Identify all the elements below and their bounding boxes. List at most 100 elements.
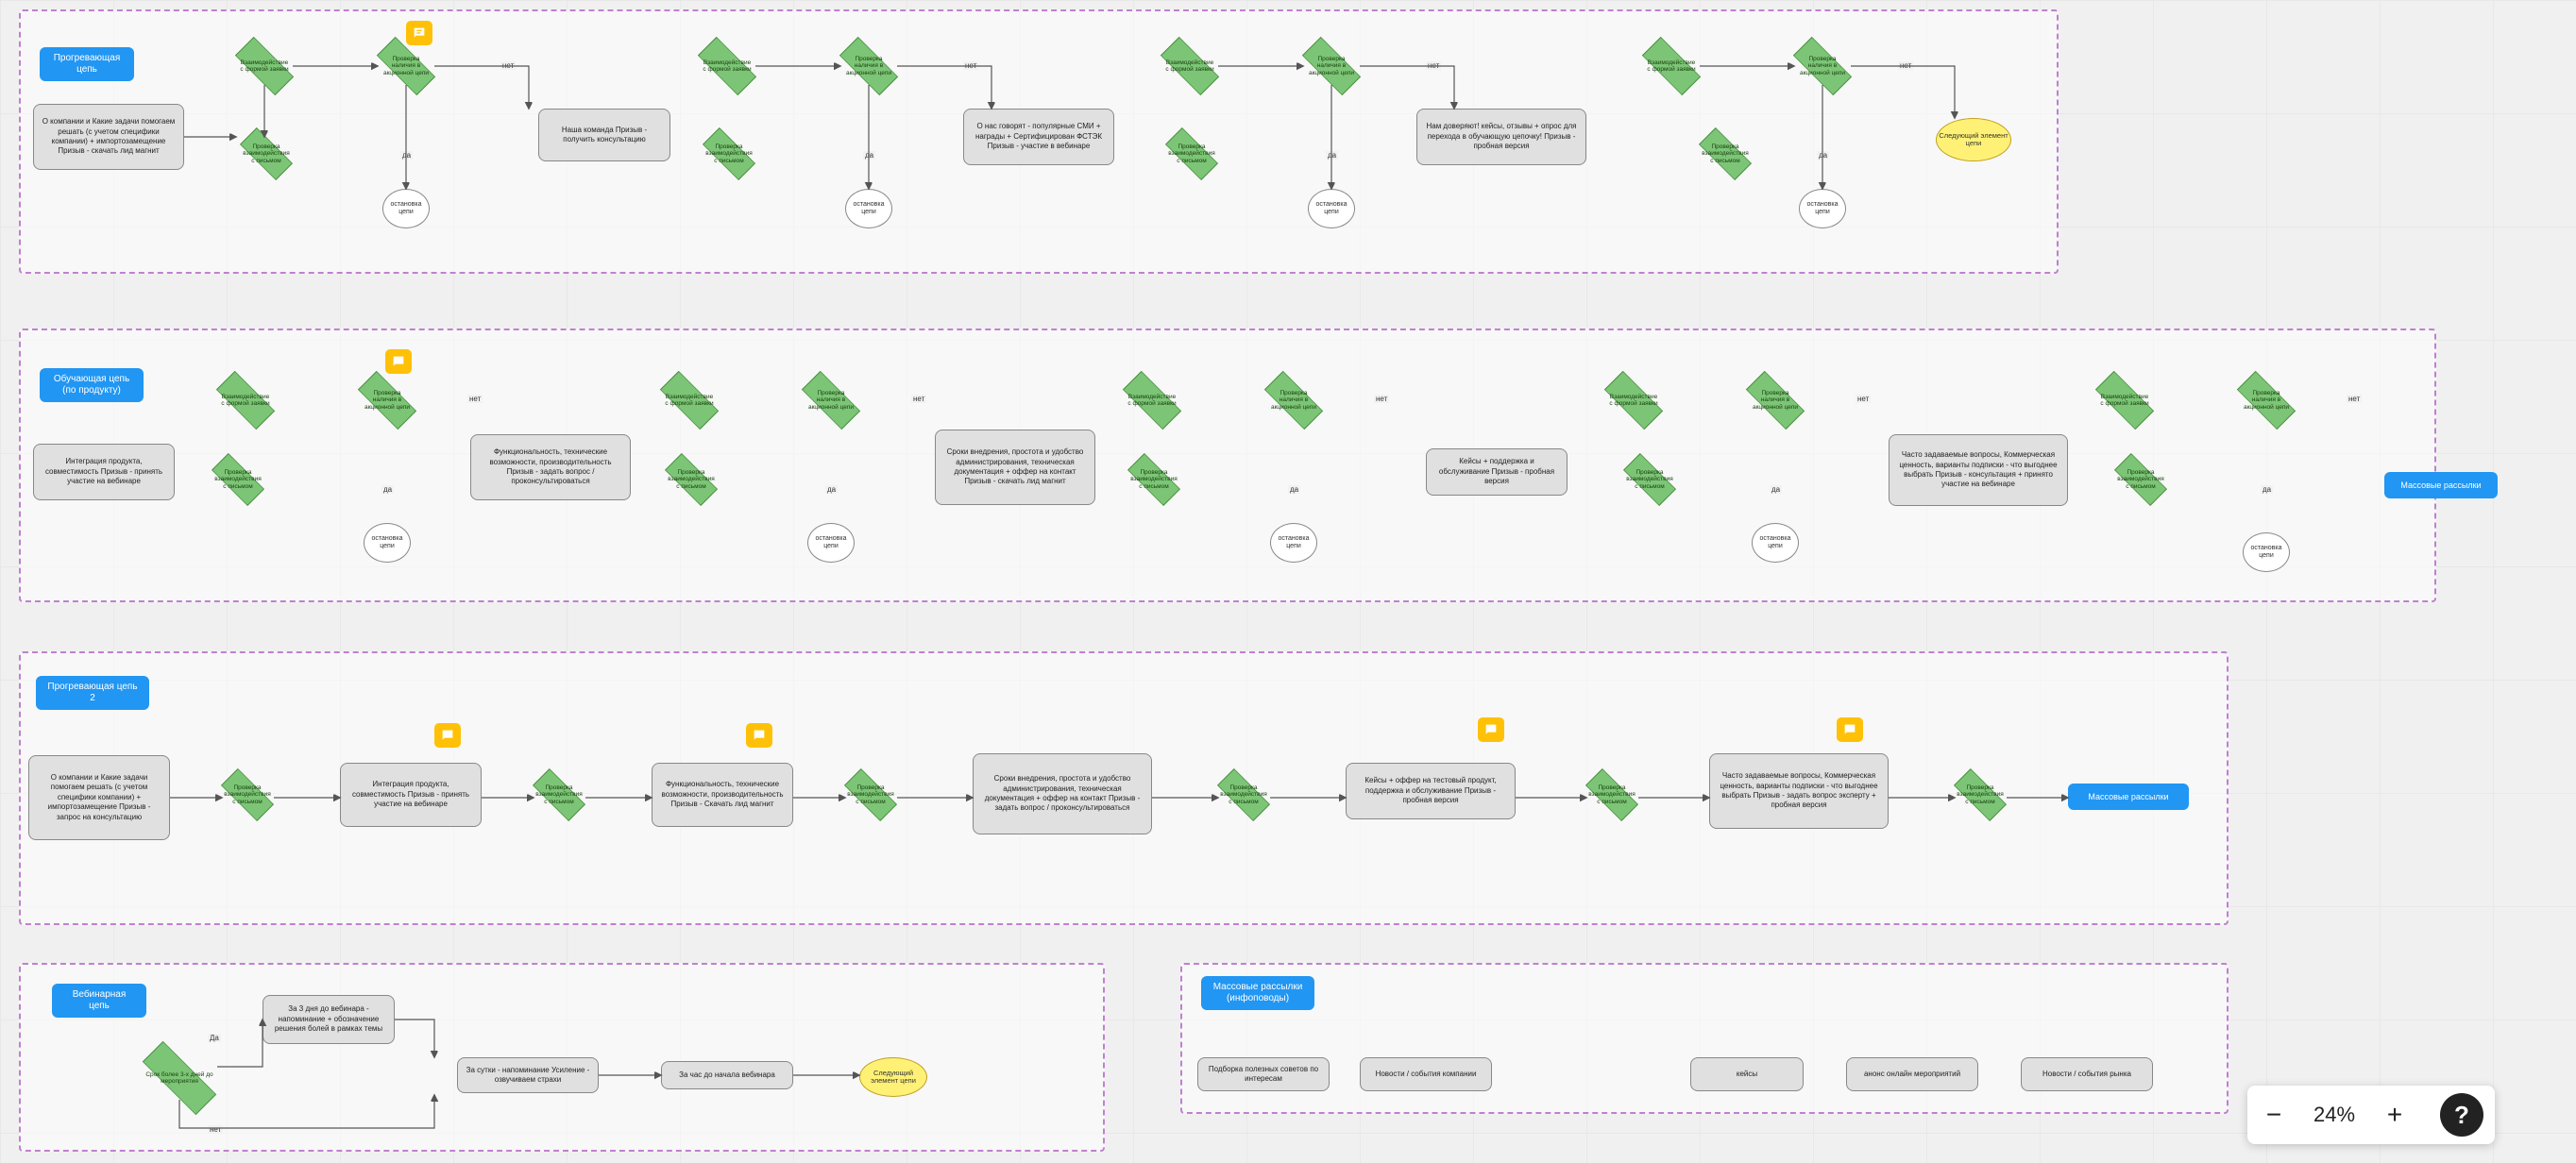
- help-button[interactable]: ?: [2440, 1093, 2483, 1137]
- diamond-check-mail[interactable]: Проверка взаимодействия с письмом: [1166, 137, 1217, 171]
- edge-yes: да: [825, 485, 838, 494]
- edge-yes: да: [2261, 485, 2273, 494]
- diamond-check-chain[interactable]: Проверка наличия в акционной цепи: [1794, 47, 1851, 85]
- diamond-check-mail[interactable]: Проверка взаимодействия с письмом: [845, 778, 896, 812]
- f5-card-2[interactable]: Новости / события компании: [1360, 1057, 1492, 1091]
- edge-no: нет: [1374, 395, 1389, 403]
- frame-mass-mailing[interactable]: [1180, 963, 2229, 1114]
- edge-no: нет: [963, 61, 978, 70]
- f2-content-2[interactable]: Функциональность, технические возможност…: [470, 434, 631, 500]
- diamond-check-chain[interactable]: Проверка наличия в акционной цепи: [2238, 381, 2295, 419]
- f2-content-4[interactable]: Кейсы + поддержка и обслуживание Призыв …: [1426, 448, 1568, 496]
- edge-no: нет: [208, 1125, 223, 1134]
- f1-content-2[interactable]: Наша команда Призыв - получить консульта…: [538, 109, 670, 161]
- f5-card-5[interactable]: Новости / события рынка: [2021, 1057, 2153, 1091]
- zoom-level[interactable]: 24%: [2306, 1103, 2363, 1127]
- f2-content-3[interactable]: Сроки внедрения, простота и удобство адм…: [935, 430, 1095, 505]
- diamond-check-mail[interactable]: Проверка взаимодействия с письмом: [222, 778, 273, 812]
- circle-stop[interactable]: остановка цепи: [382, 189, 430, 228]
- diagram-canvas[interactable]: Прогревающая цепь О компании и Какие зад…: [0, 0, 2576, 1163]
- diamond-check-mail[interactable]: Проверка взаимодействия с письмом: [1128, 463, 1179, 497]
- zoom-panel: − 24% + ?: [2247, 1086, 2495, 1144]
- next-element[interactable]: Следующий элемент цепи: [1936, 118, 2011, 161]
- f2-content-1[interactable]: Интеграция продукта, совместимость Призы…: [33, 444, 175, 500]
- f3-content-4[interactable]: Сроки внедрения, простота и удобство адм…: [973, 753, 1152, 834]
- f5-card-4[interactable]: анонс онлайн мероприятий: [1846, 1057, 1978, 1091]
- diamond-interact-form[interactable]: Взаимодействие с формой заявки: [2096, 381, 2153, 419]
- circle-stop[interactable]: остановка цепи: [1799, 189, 1846, 228]
- diamond-check-chain[interactable]: Проверка наличия в акционной цепи: [359, 381, 415, 419]
- frame1-title: Прогревающая цепь: [40, 47, 134, 81]
- diamond-check-chain[interactable]: Проверка наличия в акционной цепи: [840, 47, 897, 85]
- edge-yes: да: [863, 151, 875, 160]
- diamond-check-chain[interactable]: Проверка наличия в акционной цепи: [803, 381, 859, 419]
- edge-yes: да: [1288, 485, 1300, 494]
- edge-yes: да: [1326, 151, 1338, 160]
- edge-no: нет: [911, 395, 926, 403]
- circle-stop[interactable]: остановка цепи: [845, 189, 892, 228]
- diamond-check-mail[interactable]: Проверка взаимодействия с письмом: [703, 137, 754, 171]
- diamond-check-mail[interactable]: Проверка взаимодействия с письмом: [212, 463, 263, 497]
- circle-stop[interactable]: остановка цепи: [1308, 189, 1355, 228]
- diamond-check-mail[interactable]: Проверка взаимодействия с письмом: [2115, 463, 2166, 497]
- diamond-interact-form[interactable]: Взаимодействие с формой заявки: [699, 47, 755, 85]
- diamond-check-mail[interactable]: Проверка взаимодействия с письмом: [1218, 778, 1269, 812]
- note-icon[interactable]: [1478, 717, 1504, 742]
- diamond-interact-form[interactable]: Взаимодействие с формой заявки: [236, 47, 293, 85]
- diamond-interact-form[interactable]: Взаимодействие с формой заявки: [661, 381, 718, 419]
- circle-stop[interactable]: остановка цепи: [807, 523, 855, 563]
- diamond-check-chain[interactable]: Проверка наличия в акционной цепи: [1265, 381, 1322, 419]
- diamond-check-mail[interactable]: Проверка взаимодействия с письмом: [1700, 137, 1751, 171]
- diamond-check-mail[interactable]: Проверка взаимодействия с письмом: [1955, 778, 2006, 812]
- diamond-check-mail[interactable]: Проверка взаимодействия с письмом: [241, 137, 292, 171]
- edge-yes-cap: Да: [208, 1034, 221, 1042]
- frame4-title: Вебинарная цепь: [52, 984, 146, 1018]
- mass-mailing-node[interactable]: Массовые рассылки: [2068, 784, 2189, 810]
- circle-stop[interactable]: остановка цепи: [2243, 532, 2290, 572]
- diamond-check-chain[interactable]: Проверка наличия в акционной цепи: [1303, 47, 1360, 85]
- circle-stop[interactable]: остановка цепи: [1752, 523, 1799, 563]
- frame5-title: Массовые рассылки (инфоповоды): [1201, 976, 1314, 1010]
- diamond-interact-form[interactable]: Взаимодействие с формой заявки: [1161, 47, 1218, 85]
- zoom-in-button[interactable]: +: [2380, 1100, 2410, 1130]
- diamond-check-mail[interactable]: Проверка взаимодействия с письмом: [666, 463, 717, 497]
- diamond-check-mail[interactable]: Проверка взаимодействия с письмом: [1586, 778, 1637, 812]
- diamond-interact-form[interactable]: Взаимодействие с формой заявки: [217, 381, 274, 419]
- next-element[interactable]: Следующий элемент цепи: [859, 1057, 927, 1097]
- f2-content-5[interactable]: Часто задаваемые вопросы, Коммерческая ц…: [1889, 434, 2068, 506]
- diamond-check-chain[interactable]: Проверка наличия в акционной цепи: [1747, 381, 1804, 419]
- circle-stop[interactable]: остановка цепи: [1270, 523, 1317, 563]
- note-icon[interactable]: [1837, 717, 1863, 742]
- f1-content-1[interactable]: О компании и Какие задачи помогаем решат…: [33, 104, 184, 170]
- mass-mailing-node[interactable]: Массовые рассылки: [2384, 472, 2498, 498]
- diamond-check-mail[interactable]: Проверка взаимодействия с письмом: [1624, 463, 1675, 497]
- f1-content-3[interactable]: О нас говорят - популярные СМИ + награды…: [963, 109, 1114, 165]
- f4-box-3[interactable]: За час до начала вебинара: [661, 1061, 793, 1089]
- f4-box-1[interactable]: За 3 дня до вебинара - напоминание + обо…: [263, 995, 395, 1044]
- circle-stop[interactable]: остановка цепи: [364, 523, 411, 563]
- f3-content-6[interactable]: Часто задаваемые вопросы, Коммерческая ц…: [1709, 753, 1889, 829]
- f5-card-1[interactable]: Подборка полезных советов по интересам: [1197, 1057, 1330, 1091]
- edge-no: нет: [467, 395, 483, 403]
- diamond-interact-form[interactable]: Взаимодействие с формой заявки: [1124, 381, 1180, 419]
- edge-yes: да: [381, 485, 394, 494]
- zoom-out-button[interactable]: −: [2259, 1100, 2289, 1130]
- diamond-interact-form[interactable]: Взаимодействие с формой заявки: [1605, 381, 1662, 419]
- diamond-interact-form[interactable]: Взаимодействие с формой заявки: [1643, 47, 1700, 85]
- f4-box-2[interactable]: За сутки - напоминание Усиление - озвучи…: [457, 1057, 599, 1093]
- f1-content-4[interactable]: Нам доверяют! кейсы, отзывы + опрос для …: [1416, 109, 1586, 165]
- f3-content-1[interactable]: О компании и Какие задачи помогаем решат…: [28, 755, 170, 840]
- note-icon[interactable]: [406, 21, 432, 45]
- edge-no: нет: [500, 61, 516, 70]
- f5-card-3[interactable]: кейсы: [1690, 1057, 1804, 1091]
- note-icon[interactable]: [746, 723, 772, 748]
- f3-content-2[interactable]: Интеграция продукта, совместимость Призы…: [340, 763, 482, 827]
- diamond-3days[interactable]: Срок более 3-х дней до мероприятия: [142, 1057, 217, 1099]
- diamond-check-mail[interactable]: Проверка взаимодействия с письмом: [534, 778, 585, 812]
- f3-content-3[interactable]: Функциональность, технические возможност…: [652, 763, 793, 827]
- diamond-check-chain[interactable]: Проверка наличия в акционной цепи: [378, 47, 434, 85]
- note-icon[interactable]: [434, 723, 461, 748]
- note-icon[interactable]: [385, 349, 412, 374]
- f3-content-5[interactable]: Кейсы + оффер на тестовый продукт, подде…: [1346, 763, 1516, 819]
- edge-yes: да: [400, 151, 413, 160]
